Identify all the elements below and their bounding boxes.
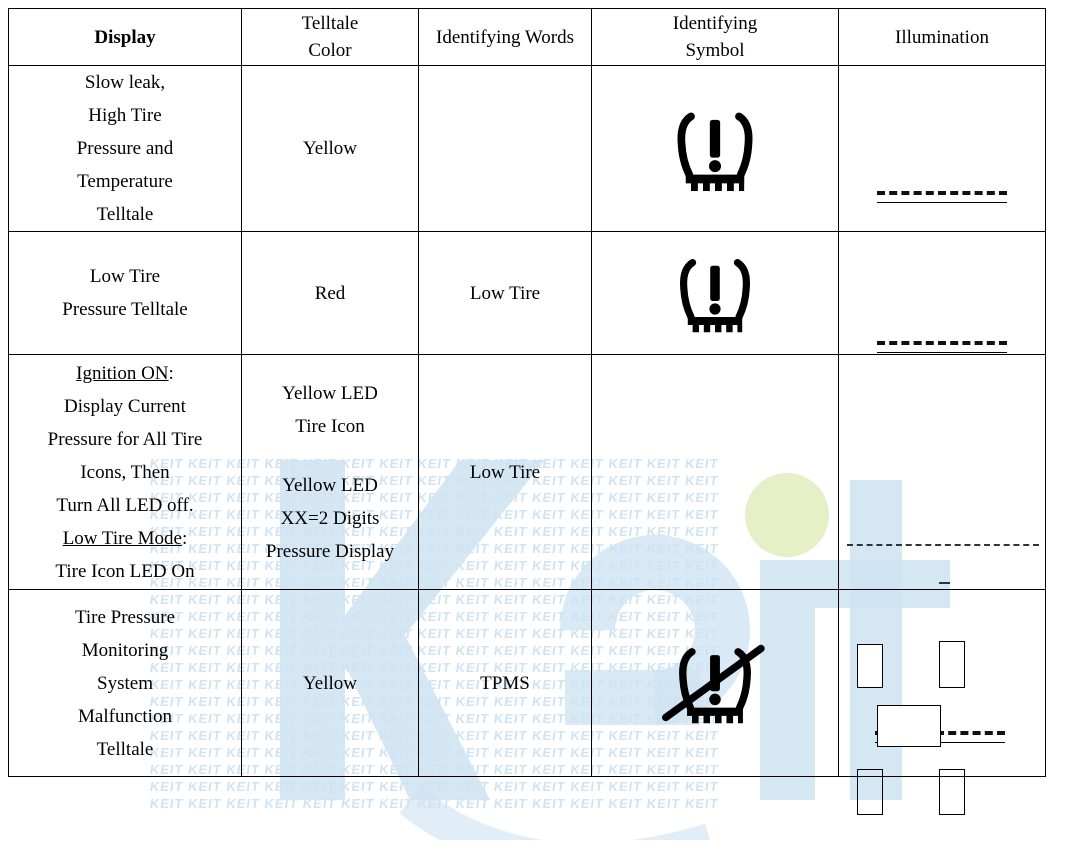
cell-telltale-color: Yellow (241, 589, 419, 777)
display-line: Icons, Then (80, 461, 170, 483)
short-dash (939, 582, 950, 584)
column-header-illumination: Illumination (838, 8, 1046, 66)
display-line: Turn All LED off. (56, 494, 194, 516)
display-line: Pressure for All Tire (47, 428, 203, 450)
display-line: Low Tire (89, 266, 161, 287)
column-header-identifying-words: Identifying Words (418, 8, 592, 66)
telltale-color-value: Red (314, 282, 346, 304)
column-header-telltale-color-line1: Telltale (301, 13, 359, 34)
cell-identifying-words: Low Tire (418, 354, 592, 590)
display-line: Low Tire Mode: (62, 527, 188, 549)
cell-identifying-symbol (591, 589, 839, 777)
column-header-identifying-symbol: Identifying Symbol (591, 8, 839, 66)
tpms-malfunction-icon (662, 644, 765, 724)
display-line: Slow leak, (84, 72, 166, 93)
underline (877, 352, 1007, 353)
display-line: Telltale (96, 738, 154, 760)
cell-display: Slow leak, High Tire Pressure and Temper… (8, 65, 242, 232)
telltale-color-value: Yellow (302, 138, 358, 159)
cell-identifying-words (418, 65, 592, 232)
display-line: Pressure and (76, 138, 174, 159)
dashed-line (877, 341, 1007, 345)
display-line: Pressure Telltale (62, 299, 188, 320)
tire-pressure-warning-icon-wrap (592, 101, 838, 197)
display-line: Tire Icon LED On (55, 560, 195, 582)
identifying-words-value: Low Tire (469, 461, 541, 483)
tire-pressure-warning-icon-wrap (592, 248, 838, 338)
column-header-identifying-words-label: Identifying Words (436, 26, 574, 48)
column-header-display: Display (8, 8, 242, 66)
telltale-color-line: XX=2 Digits (280, 507, 380, 529)
cell-identifying-symbol (591, 231, 839, 355)
telltale-color-line: Yellow LED (282, 474, 378, 496)
column-header-illumination-label: Illumination (895, 26, 989, 48)
display-line: Display Current (64, 395, 186, 417)
cell-identifying-symbol (591, 354, 839, 590)
cell-telltale-color: Yellow LED Tire Icon Yellow LED XX=2 Dig… (241, 354, 419, 590)
cell-illumination (838, 589, 1046, 777)
table-row: Tire Pressure Monitoring System Malfunct… (8, 589, 1046, 777)
telltale-color-value: Yellow (302, 672, 358, 694)
column-header-identifying-symbol-line2: Symbol (685, 40, 745, 61)
display-line-underlined: Ignition ON (76, 362, 169, 384)
cell-identifying-symbol (591, 65, 839, 232)
table-row: Slow leak, High Tire Pressure and Temper… (8, 65, 1046, 232)
tire-pressure-warning-icon (679, 258, 751, 333)
tpms-malfunction-icon-wrap (592, 637, 838, 729)
underline (877, 201, 1007, 203)
cell-display: Ignition ON: Display Current Pressure fo… (8, 354, 242, 590)
display-line: Malfunction (78, 705, 172, 727)
display-line: Ignition ON: (76, 362, 174, 384)
cell-telltale-color: Yellow (241, 65, 419, 232)
cell-illumination (838, 231, 1046, 355)
column-header-telltale-color-line2: Color (308, 40, 352, 61)
table-header-row: Display Telltale Color Identifying Words… (8, 8, 1046, 66)
display-line: System (97, 672, 153, 694)
column-header-telltale-color: Telltale Color (241, 8, 419, 66)
dashed-line (875, 731, 1005, 735)
column-header-display-label: Display (94, 26, 156, 48)
telltale-color-line: Tire Icon (295, 415, 365, 437)
column-header-identifying-symbol-line1: Identifying (672, 13, 758, 34)
display-line: Tire Pressure (74, 606, 176, 628)
cell-display: Low Tire Pressure Telltale (8, 231, 242, 355)
telltale-color-line: Pressure Display (265, 540, 395, 562)
cell-illumination (838, 65, 1046, 232)
underline (875, 742, 1005, 743)
wide-dashed-line (847, 544, 1039, 546)
cell-display: Tire Pressure Monitoring System Malfunct… (8, 589, 242, 777)
display-line: Temperature (77, 171, 173, 192)
display-line: Monitoring (81, 639, 169, 661)
cell-identifying-words: TPMS (418, 589, 592, 777)
display-line-underlined: Low Tire Mode (62, 527, 182, 549)
dashed-line (877, 190, 1007, 195)
cell-telltale-color: Red (241, 231, 419, 355)
cell-illumination (838, 354, 1046, 590)
display-line: Telltale (96, 204, 154, 225)
table-row: Ignition ON: Display Current Pressure fo… (8, 354, 1046, 590)
display-line: High Tire (88, 105, 162, 126)
tire-pressure-warning-icon (677, 112, 753, 191)
table-row: Low Tire Pressure Telltale Red Low Tire (8, 231, 1046, 355)
tpms-telltale-table: Display Telltale Color Identifying Words… (8, 8, 1046, 777)
identifying-words-value: Low Tire (469, 282, 541, 304)
identifying-words-value: TPMS (480, 672, 530, 694)
cell-identifying-words: Low Tire (418, 231, 592, 355)
telltale-color-line: Yellow LED (282, 382, 378, 404)
